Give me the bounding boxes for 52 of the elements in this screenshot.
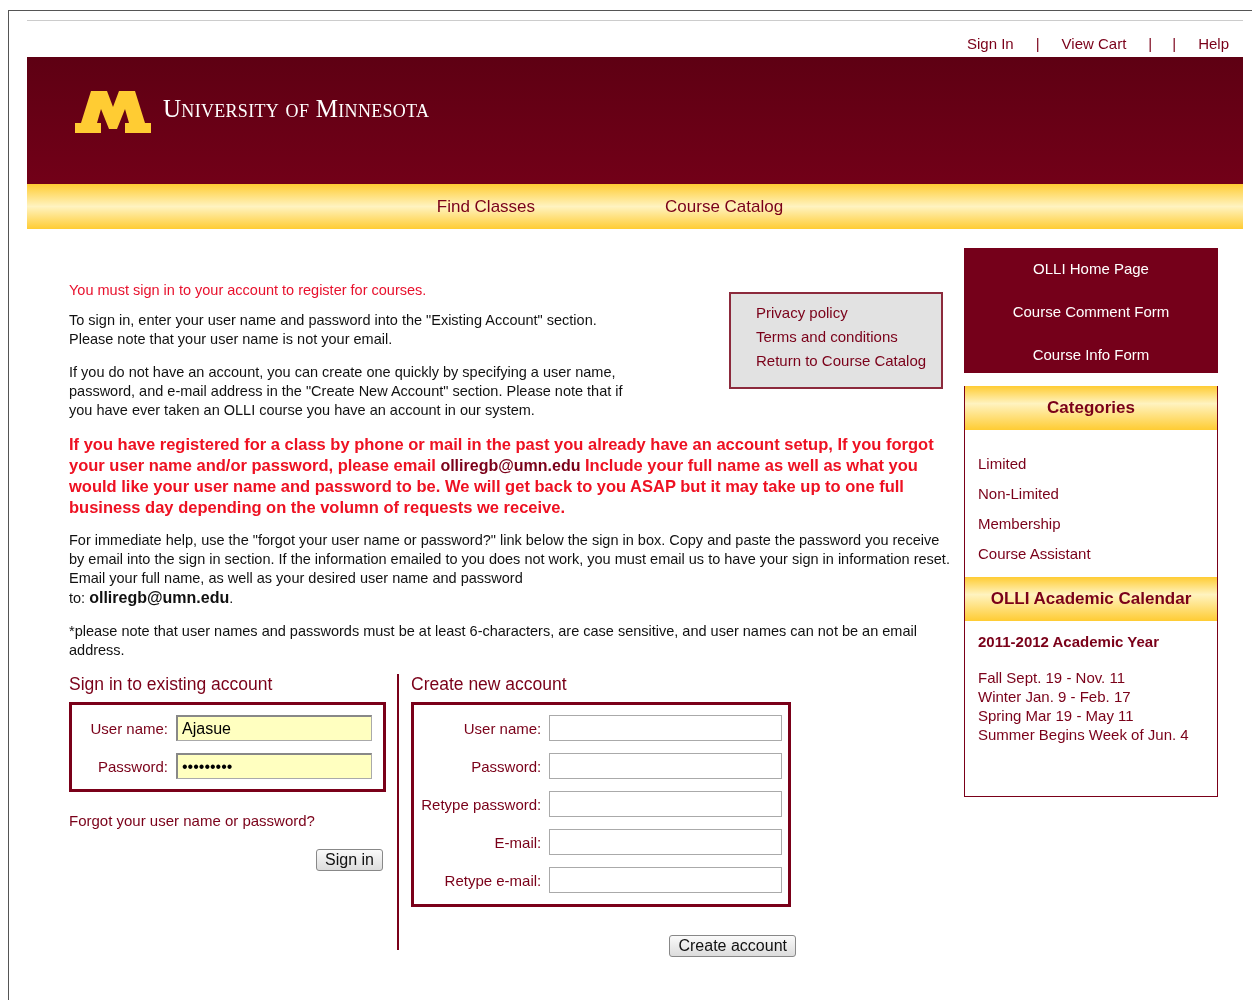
section-title: Create new account xyxy=(411,674,568,696)
sign-in-button[interactable]: Sign in xyxy=(316,849,383,871)
section-title: Sign in to existing account xyxy=(69,674,274,696)
policy-link[interactable]: Terms and conditions xyxy=(756,328,941,345)
nav-link[interactable]: Course Catalog xyxy=(665,196,784,217)
field-label: User name: xyxy=(89,719,169,737)
field-label: Retype e-mail: xyxy=(443,871,543,889)
category-link[interactable]: Membership xyxy=(978,515,1204,532)
field-label: User name: xyxy=(462,719,543,737)
input-field[interactable] xyxy=(549,867,782,893)
category-link[interactable]: Non-Limited xyxy=(978,485,1204,502)
input-field[interactable] xyxy=(549,715,782,741)
sidebar-link[interactable]: OLLI Home Page xyxy=(1033,260,1149,277)
year-heading: 2011-2012 Academic Year xyxy=(978,633,1160,650)
top-link[interactable]: Sign In xyxy=(966,35,1014,57)
term-dates: Spring Mar 19 - May 11 xyxy=(978,706,1135,725)
input-field[interactable]: Ajasue xyxy=(176,715,372,741)
policy-link[interactable]: Privacy policy xyxy=(756,304,941,321)
sidebar-link[interactable]: Course Info Form xyxy=(1032,346,1150,363)
input-field[interactable] xyxy=(549,829,782,855)
paragraph: *please note that user names and passwords must be at least 6-characters, are case sensitive, and user names can not be an email address. xyxy=(69,622,918,660)
top-link[interactable]: Help xyxy=(1198,35,1229,57)
field-label: E-mail: xyxy=(493,833,543,851)
input-field[interactable] xyxy=(549,753,782,779)
input-field[interactable] xyxy=(549,791,782,817)
policy-link[interactable]: Return to Course Catalog xyxy=(756,352,941,369)
paragraph: For immediate help, use the "forgot your user name or password?" link below the sign in box. Copy and paste the password you receive by email into the sign in section. If the information emailed to you does not work, you must email us to have your sign in information reset. Email your full name, as well as your desired user name and password to: olliregb@umn.edu. xyxy=(69,531,951,608)
panel-heading: OLLI Academic Calendar xyxy=(965,577,1217,621)
link-separator: | xyxy=(1172,35,1177,54)
link-separator: | xyxy=(1148,35,1153,54)
term-dates: Summer Begins Week of Jun. 4 xyxy=(978,725,1190,744)
forgot-link[interactable]: Forgot your user name or password? xyxy=(69,812,397,829)
create-account-button[interactable]: Create account xyxy=(669,935,796,957)
field-label: Password: xyxy=(470,757,543,775)
category-link[interactable]: Limited xyxy=(978,455,1204,472)
nav-link[interactable]: Find Classes xyxy=(436,196,536,217)
top-link[interactable]: View Cart xyxy=(1061,35,1127,57)
wordmark: University of Minnesota xyxy=(163,95,430,123)
link-separator: | xyxy=(1035,35,1040,54)
field-label: Retype password: xyxy=(420,795,543,813)
term-dates: Fall Sept. 19 - Nov. 11 xyxy=(978,668,1126,687)
notice-text: You must sign in to your account to register for courses. xyxy=(69,282,427,298)
category-link[interactable]: Course Assistant xyxy=(978,545,1204,562)
logo-icon xyxy=(73,89,153,135)
term-dates: Winter Jan. 9 - Feb. 17 xyxy=(978,687,1132,706)
paragraph: If you do not have an account, you can create one quickly by specifying a user name, password, and e-mail address in the "Create New Account" section. Please note that if you have ever taken an OLLI course you have an account in our system. xyxy=(69,363,624,420)
field-label: Password: xyxy=(96,757,169,775)
paragraph: To sign in, enter your user name and password into the "Existing Account" section. Please note that your user name is not your email. xyxy=(69,311,598,349)
panel-heading: Categories xyxy=(965,386,1217,430)
sidebar-link[interactable]: Course Comment Form xyxy=(1012,303,1170,320)
input-field[interactable]: ••••••••• xyxy=(176,753,372,779)
alert-paragraph: If you have registered for a class by phone or mail in the past you already have an account setup, If you forgot your user name and/or password, please email olliregb@umn.edu Include your full name as well as what you would like your user name and password to be. We will get back to you ASAP but it may take up to one full business day depending on the volumn of requests we receive. xyxy=(69,434,935,517)
